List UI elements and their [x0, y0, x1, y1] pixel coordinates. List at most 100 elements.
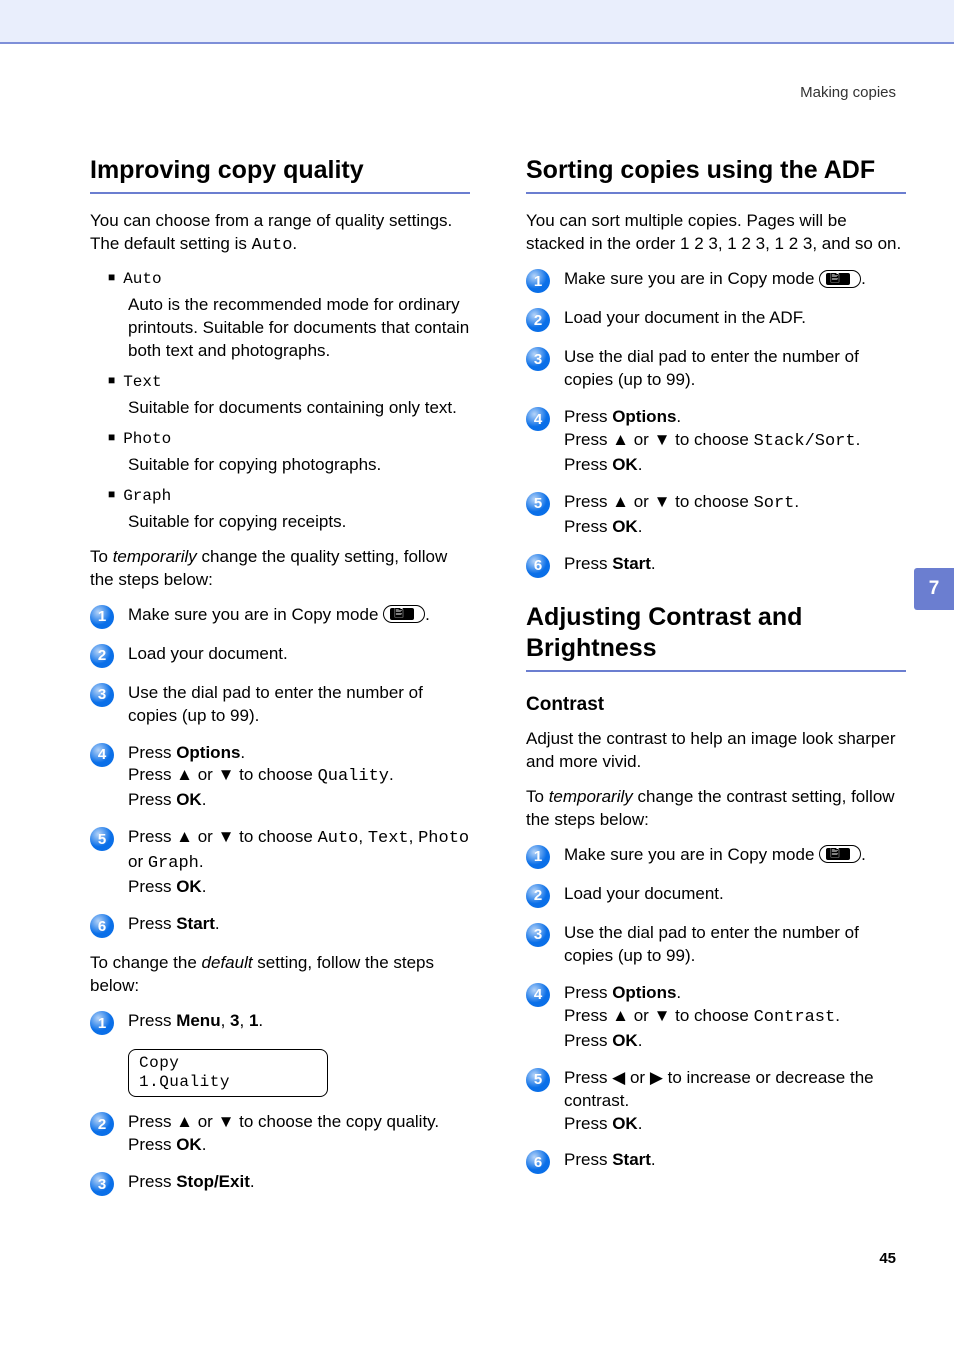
steps-temporary-quality: 1 Make sure you are in Copy mode . 2 Loa… [90, 604, 470, 939]
step: 4 Press Options. Press ▲ or ▼ to choose … [526, 982, 906, 1053]
sort-intro: You can sort multiple copies. Pages will… [526, 210, 906, 256]
text: . [258, 1011, 263, 1030]
step-text: Load your document. [564, 883, 906, 906]
step-text: Press ◀ or ▶ to increase or decrease the… [564, 1067, 906, 1136]
text: . [638, 1031, 643, 1050]
text: Make sure you are in Copy mode [564, 269, 819, 288]
step-number-icon: 3 [90, 683, 114, 707]
text-bold: Stop/Exit [176, 1172, 250, 1191]
text: Press ▲ or ▼ to choose [128, 765, 318, 784]
step-number-icon: 4 [526, 407, 550, 431]
text: or [128, 852, 148, 871]
text: . [856, 430, 861, 449]
text-bold: OK [176, 790, 202, 809]
text: Press [564, 517, 612, 536]
step-number-icon: 2 [526, 884, 550, 908]
step-text: Use the dial pad to enter the number of … [564, 922, 906, 968]
step-text: Press Start. [564, 1149, 906, 1172]
copy-mode-icon [819, 845, 861, 863]
header-bar [0, 0, 954, 44]
text: Press [564, 983, 612, 1002]
lcd-display: Copy 1.Quality [128, 1049, 328, 1097]
text-bold: 3 [230, 1011, 239, 1030]
step-number-icon: 1 [90, 605, 114, 629]
step-number-icon: 4 [526, 983, 550, 1007]
step-text: Press Start. [128, 913, 470, 936]
list-item: Graph Suitable for copying receipts. [108, 487, 470, 534]
text-bold: 1 [249, 1011, 258, 1030]
text: To change the [90, 953, 202, 972]
step-number-icon: 1 [90, 1011, 114, 1035]
text: Press ▲ or ▼ to choose the copy quality.… [128, 1112, 439, 1154]
page-number: 45 [90, 1250, 906, 1267]
step-number-icon: 2 [90, 644, 114, 668]
quality-options-list: Auto Auto is the recommended mode for or… [108, 270, 470, 534]
list-item: Text Suitable for documents containing o… [108, 373, 470, 420]
text: Press ▲ or ▼ to choose [564, 430, 754, 449]
copy-mode-icon [383, 605, 425, 623]
text-mono: Auto [252, 236, 293, 255]
text: Press ▲ or ▼ to choose [128, 827, 318, 846]
text: Press [128, 914, 176, 933]
temporary-note: To temporarily change the quality settin… [90, 546, 470, 592]
text-bold: Options [176, 743, 240, 762]
bullet-body: Suitable for copying photographs. [128, 454, 470, 477]
step-text: Make sure you are in Copy mode . [128, 604, 470, 627]
step-number-icon: 6 [90, 914, 114, 938]
bullet-head-text: Text [108, 373, 470, 391]
text: . [638, 517, 643, 536]
step: 5 Press ▲ or ▼ to choose Auto, Text, Pho… [90, 826, 470, 899]
step: 6 Press Start. [526, 1149, 906, 1174]
step: 1 Make sure you are in Copy mode . [90, 604, 470, 629]
text-bold: Options [612, 983, 676, 1002]
chapter-tab: 7 [914, 568, 954, 610]
copy-mode-icon [819, 270, 861, 288]
left-column: Improving copy quality You can choose fr… [90, 155, 470, 1210]
step: 4 Press Options. Press ▲ or ▼ to choose … [90, 742, 470, 813]
list-item: Photo Suitable for copying photographs. [108, 430, 470, 477]
step-text: Press Menu, 3, 1. [128, 1010, 470, 1033]
text: . [215, 914, 220, 933]
text: . [202, 877, 207, 896]
text: Press [128, 790, 176, 809]
text: Make sure you are in Copy mode [128, 605, 383, 624]
text: Press ◀ or ▶ to increase or decrease the… [564, 1068, 874, 1110]
text: , [358, 827, 367, 846]
text-mono: Contrast [754, 1008, 836, 1027]
step-text: Make sure you are in Copy mode . [564, 268, 906, 291]
step-number-icon: 5 [526, 1068, 550, 1092]
heading-sorting-adf: Sorting copies using the ADF [526, 155, 906, 194]
step: 2 Load your document in the ADF. [526, 307, 906, 332]
bullet-head-graph: Graph [108, 487, 470, 505]
step-text: Press Options. Press ▲ or ▼ to choose Qu… [128, 742, 470, 813]
step-text: Make sure you are in Copy mode . [564, 844, 906, 867]
step-text: Use the dial pad to enter the number of … [564, 346, 906, 392]
step-text: Press Options. Press ▲ or ▼ to choose Co… [564, 982, 906, 1053]
step-text: Use the dial pad to enter the number of … [128, 682, 470, 728]
text: Press ▲ or ▼ to choose [564, 492, 754, 511]
step-number-icon: 3 [90, 1172, 114, 1196]
text: . [638, 1114, 643, 1133]
text-bold: OK [612, 517, 638, 536]
step: 5 Press ◀ or ▶ to increase or decrease t… [526, 1067, 906, 1136]
text-bold: OK [176, 877, 202, 896]
page-body: Making copies 7 Improving copy quality Y… [0, 44, 954, 1307]
text: . [202, 790, 207, 809]
text: Press [564, 1031, 612, 1050]
text: Press [564, 455, 612, 474]
text: . [199, 852, 204, 871]
text-mono: Text [368, 829, 409, 848]
text: Press [564, 554, 612, 573]
bullet-head-auto: Auto [108, 270, 470, 288]
step-number-icon: 3 [526, 347, 550, 371]
text: Press ▲ or ▼ to choose [564, 1006, 754, 1025]
text-bold: OK [612, 1031, 638, 1050]
step: 3 Use the dial pad to enter the number o… [526, 922, 906, 968]
text: To [526, 787, 549, 806]
text-emphasis: temporarily [549, 787, 633, 806]
step-number-icon: 2 [526, 308, 550, 332]
step-text: Load your document. [128, 643, 470, 666]
default-note: To change the default setting, follow th… [90, 952, 470, 998]
right-column: Sorting copies using the ADF You can sor… [526, 155, 906, 1210]
text-emphasis: temporarily [113, 547, 197, 566]
